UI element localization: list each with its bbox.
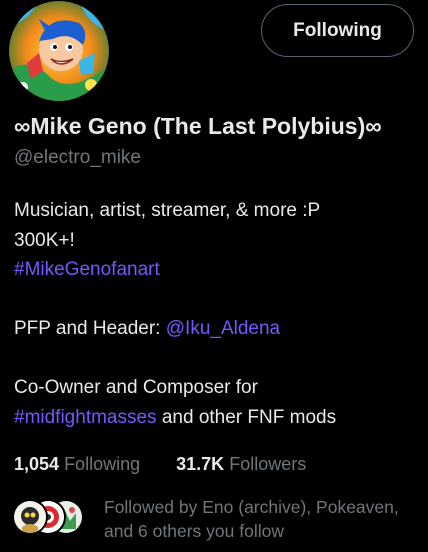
followers-stat-link[interactable]: 31.7K Followers: [176, 454, 306, 474]
avatar[interactable]: [9, 1, 109, 101]
bio-line: Co-Owner and Composer for: [14, 377, 258, 398]
mention-link[interactable]: @Iku_Aldena: [166, 318, 280, 339]
hashtag-link[interactable]: #midfightmasses: [14, 407, 157, 428]
followers-label: Followers: [229, 454, 307, 474]
following-stat-link[interactable]: 1,054 Following: [14, 454, 145, 474]
bio: Musician, artist, streamer, & more :P 30…: [14, 196, 420, 432]
following-button[interactable]: Following: [261, 4, 414, 57]
user-handle: @electro_mike: [14, 147, 141, 168]
followers-count: 31.7K: [176, 454, 225, 474]
follower-avatar-eno-icon: [12, 499, 48, 535]
follow-stats: 1,054 Following 31.7K Followers: [14, 454, 306, 475]
mini-avatar-stack: [12, 499, 84, 535]
display-name: ∞Mike Geno (The Last Polybius)∞: [14, 113, 382, 139]
following-count: 1,054: [14, 454, 60, 474]
bio-line: Musician, artist, streamer, & more :P: [14, 200, 321, 221]
hashtag-link[interactable]: #MikeGenofanart: [14, 259, 160, 280]
cartoon-portrait-avatar-icon: [9, 1, 109, 101]
followers-you-know[interactable]: Followed by Eno (archive), Pokeaven, and…: [12, 494, 422, 550]
bio-text: PFP and Header:: [14, 318, 166, 339]
bio-line: 300K+!: [14, 229, 75, 251]
bio-text: and other FNF mods: [156, 406, 337, 428]
profile-header: Following ∞Mike Geno (The Last Polybius)…: [0, 0, 428, 552]
followed-by-text: Followed by Eno (archive), Pokeaven, and…: [104, 497, 399, 541]
following-label: Following: [64, 454, 141, 474]
